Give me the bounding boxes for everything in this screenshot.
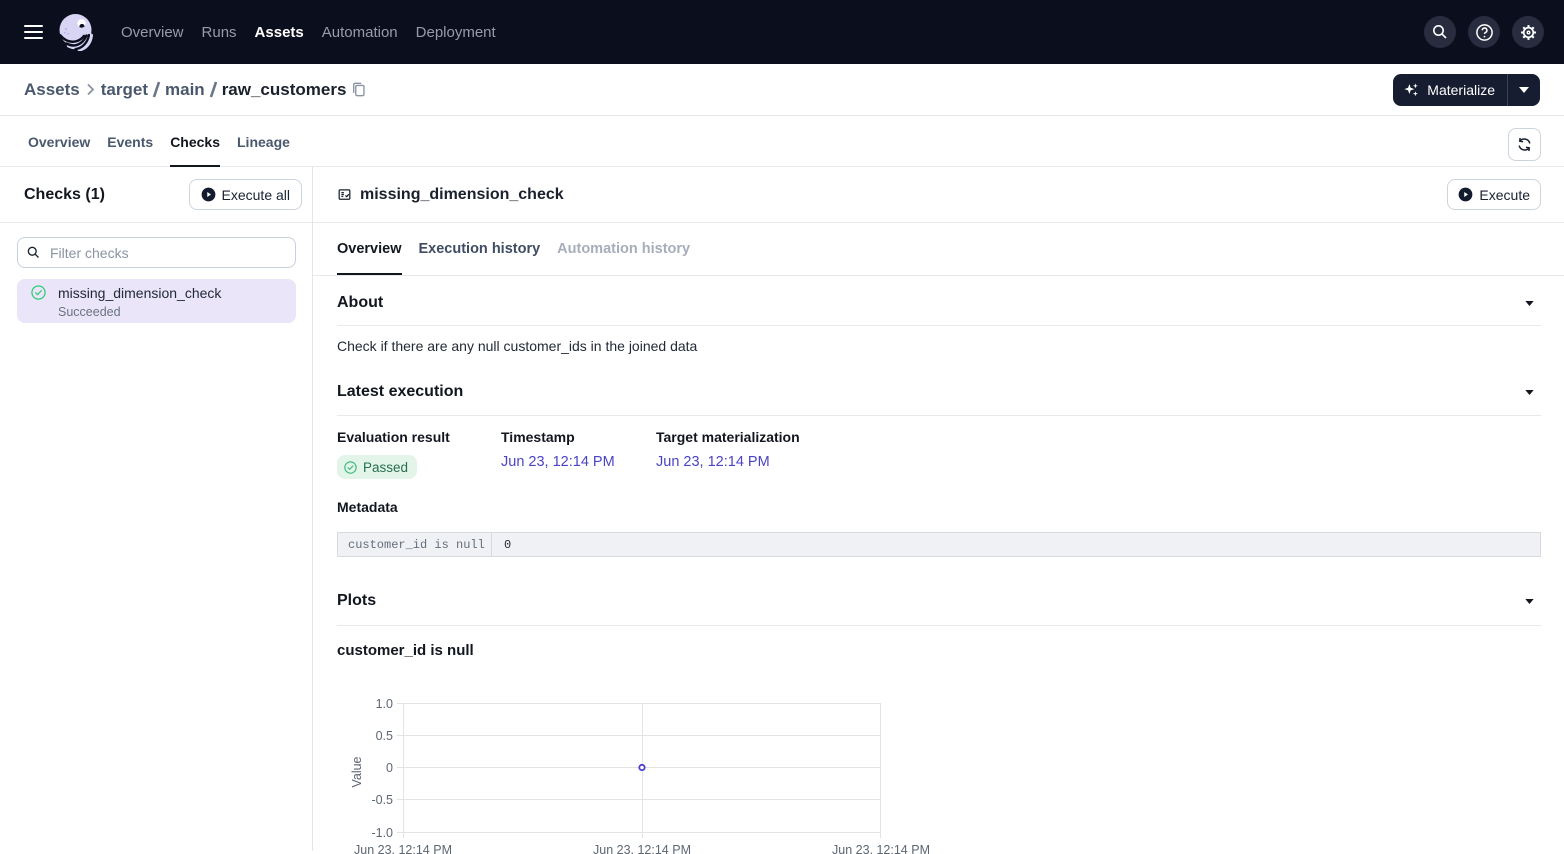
svg-text:Jun 23, 12:14 PM: Jun 23, 12:14 PM — [354, 843, 452, 854]
svg-text:1.0: 1.0 — [376, 697, 393, 711]
svg-text:Value: Value — [350, 756, 364, 787]
svg-text:-0.5: -0.5 — [371, 793, 393, 807]
svg-text:0.5: 0.5 — [376, 729, 393, 743]
svg-text:-1.0: -1.0 — [371, 826, 393, 840]
svg-text:Jun 23, 12:14 PM: Jun 23, 12:14 PM — [832, 843, 930, 854]
svg-text:0: 0 — [386, 761, 393, 775]
svg-text:Jun 23, 12:14 PM: Jun 23, 12:14 PM — [593, 843, 691, 854]
